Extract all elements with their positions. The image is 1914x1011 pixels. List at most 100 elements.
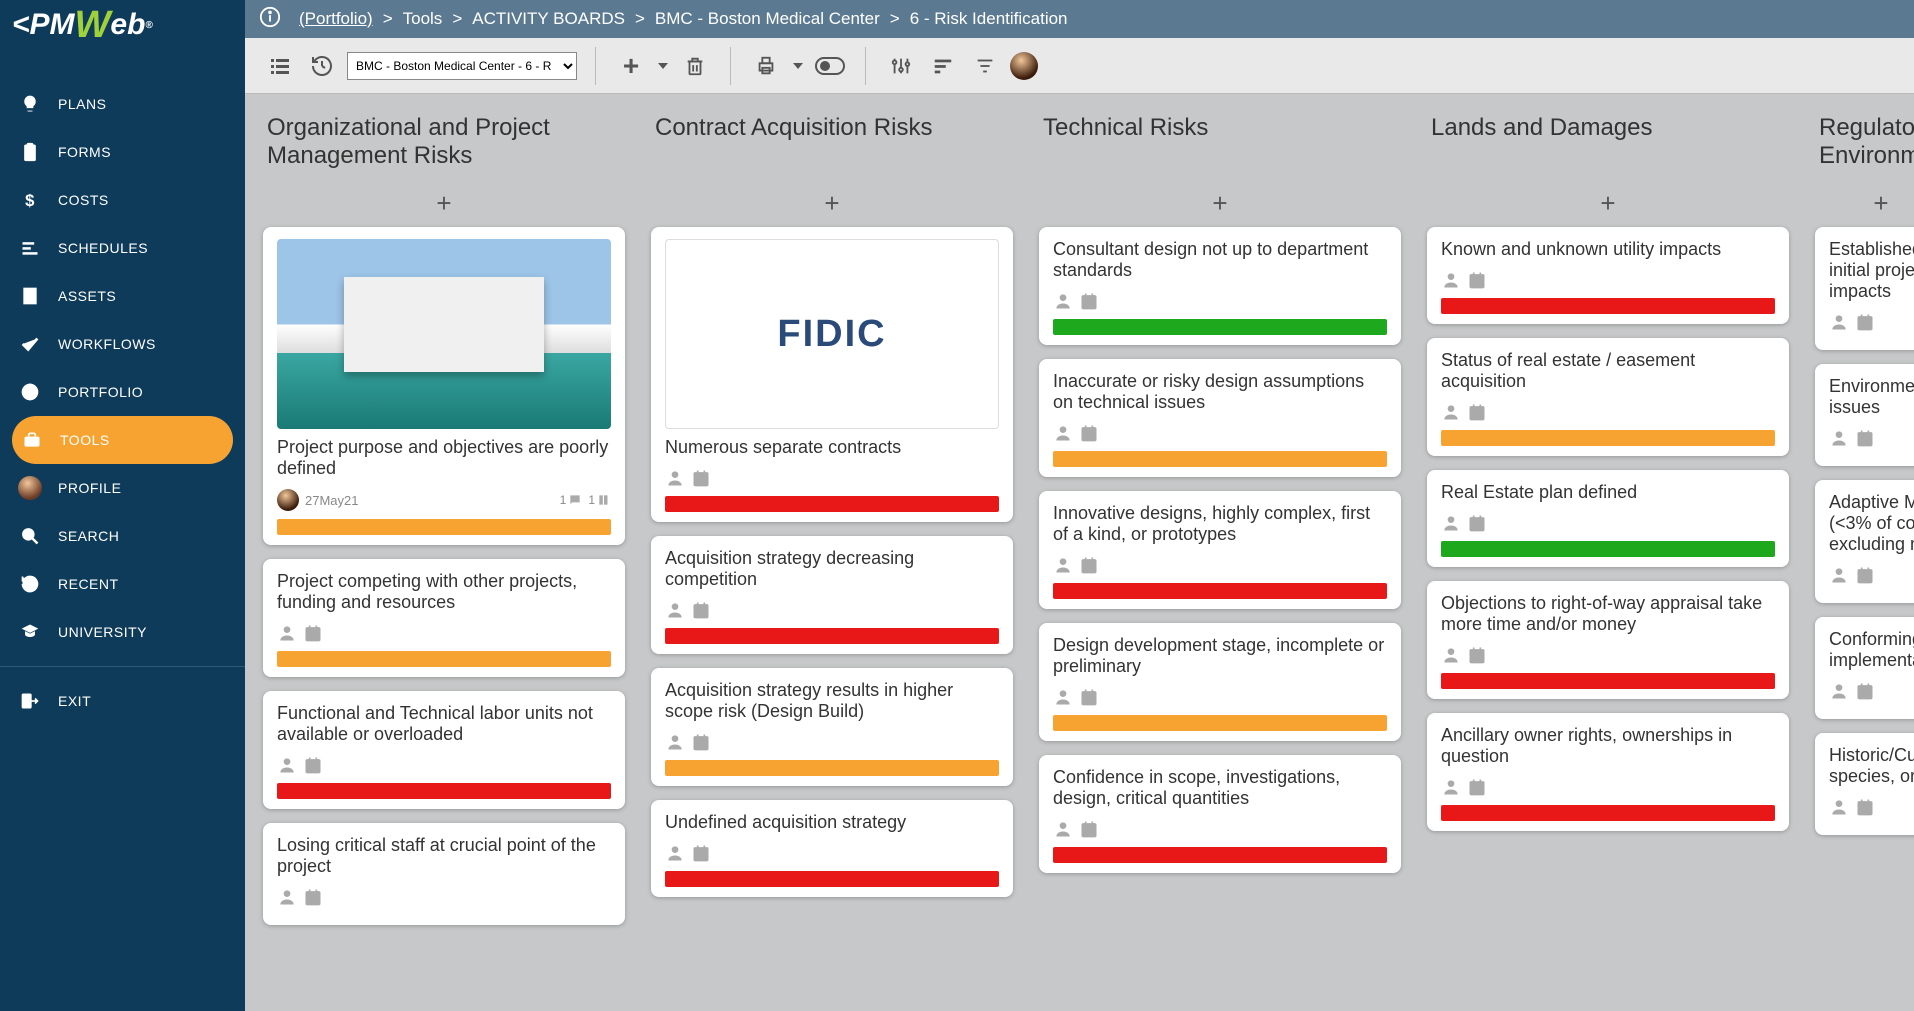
status-bar	[277, 651, 611, 667]
card[interactable]: Acquisition strategy decreasing competit…	[651, 536, 1013, 654]
user-avatar-button[interactable]	[1010, 52, 1038, 80]
sort-desc-button[interactable]	[926, 49, 960, 83]
breadcrumb-segment[interactable]: BMC - Boston Medical Center	[655, 9, 880, 28]
nav-item-assets[interactable]: ASSETS	[0, 272, 245, 320]
column-add-button[interactable]: +	[1427, 186, 1789, 227]
card-meta-icons	[1441, 270, 1775, 290]
nav-item-plans[interactable]: PLANS	[0, 80, 245, 128]
add-dropdown-button[interactable]	[656, 49, 670, 83]
nav-label: EXIT	[58, 693, 91, 709]
nav-item-search[interactable]: SEARCH	[0, 512, 245, 560]
bars-icon	[18, 236, 42, 260]
breadcrumb-segment[interactable]: 6 - Risk Identification	[910, 9, 1068, 28]
card-title: Conforming implementa	[1829, 629, 1914, 671]
card-title: Functional and Technical labor units not…	[277, 703, 611, 745]
print-button[interactable]	[749, 49, 783, 83]
card[interactable]: Environmen issues	[1815, 364, 1914, 466]
card[interactable]: Confidence in scope, investigations, des…	[1039, 755, 1401, 873]
card[interactable]: Objections to right-of-way appraisal tak…	[1427, 581, 1789, 699]
column-add-button[interactable]: +	[1815, 186, 1914, 227]
card-title: Project purpose and objectives are poorl…	[277, 437, 611, 479]
card[interactable]: Ancillary owner rights, ownerships in qu…	[1427, 713, 1789, 831]
breadcrumb-segment[interactable]: ACTIVITY BOARDS	[472, 9, 625, 28]
card[interactable]: Status of real estate / easement acquisi…	[1427, 338, 1789, 456]
delete-button[interactable]	[678, 49, 712, 83]
card[interactable]: Acquisition strategy results in higher s…	[651, 668, 1013, 786]
nav-label: UNIVERSITY	[58, 624, 147, 640]
nav-item-tools[interactable]: TOOLS	[12, 416, 233, 464]
nav-label: SCHEDULES	[58, 240, 148, 256]
card-title: Environmen issues	[1829, 376, 1914, 418]
card[interactable]: Undefined acquisition strategy	[651, 800, 1013, 897]
card-date: 27May21	[305, 493, 358, 508]
column-title: Regulatory Environme	[1815, 106, 1914, 186]
card-title: Inaccurate or risky design assumptions o…	[1053, 371, 1387, 413]
settings-button[interactable]	[884, 49, 918, 83]
breadcrumb-segment[interactable]: Tools	[403, 9, 443, 28]
nav-item-portfolio[interactable]: PORTFOLIO	[0, 368, 245, 416]
card[interactable]: Losing critical staff at crucial point o…	[263, 823, 625, 925]
card[interactable]: Established initial projec impacts	[1815, 227, 1914, 350]
print-dropdown-button[interactable]	[791, 49, 805, 83]
card[interactable]: Known and unknown utility impacts	[1427, 227, 1789, 324]
nav-item-university[interactable]: UNIVERSITY	[0, 608, 245, 656]
nav-item-recent[interactable]: RECENT	[0, 560, 245, 608]
breadcrumb-root[interactable]: (Portfolio)	[299, 9, 373, 29]
history-button[interactable]	[305, 49, 339, 83]
card-meta-icons	[1441, 777, 1775, 797]
card-meta-icons	[1829, 428, 1914, 448]
status-bar	[277, 519, 611, 535]
column-add-button[interactable]: +	[263, 186, 625, 227]
status-bar	[665, 628, 999, 644]
card[interactable]: FIDICNumerous separate contracts	[651, 227, 1013, 522]
add-button[interactable]: +	[614, 49, 648, 83]
card-title: Adaptive Ma (<3% of con excluding m	[1829, 492, 1914, 555]
card-title: Design development stage, incomplete or …	[1053, 635, 1387, 677]
column-title: Technical Risks	[1039, 106, 1401, 186]
status-bar	[1441, 541, 1775, 557]
column-add-button[interactable]: +	[1039, 186, 1401, 227]
card-list: Consultant design not up to department s…	[1039, 227, 1401, 873]
card[interactable]: Project competing with other projects, f…	[263, 559, 625, 677]
card-title: Known and unknown utility impacts	[1441, 239, 1775, 260]
filter-button[interactable]	[968, 49, 1002, 83]
card-title: Losing critical staff at crucial point o…	[277, 835, 611, 877]
nav-item-exit[interactable]: EXIT	[0, 666, 245, 725]
status-bar	[1053, 583, 1387, 599]
board-column: Organizational and Project Management Ri…	[259, 102, 629, 1003]
toggle-button[interactable]	[813, 49, 847, 83]
board-scroll[interactable]: Organizational and Project Management Ri…	[245, 94, 1914, 1011]
app-logo: <PMWeb®	[0, 0, 245, 50]
card-meta-icons	[1829, 312, 1914, 332]
card[interactable]: Inaccurate or risky design assumptions o…	[1039, 359, 1401, 477]
card-meta-icons	[1441, 513, 1775, 533]
card[interactable]: Real Estate plan defined	[1427, 470, 1789, 567]
card[interactable]: Adaptive Ma (<3% of con excluding m	[1815, 480, 1914, 603]
dollar-icon: $	[18, 188, 42, 212]
board-selector[interactable]: BMC - Boston Medical Center - 6 - R	[347, 52, 577, 80]
nav-item-schedules[interactable]: SCHEDULES	[0, 224, 245, 272]
card[interactable]: Innovative designs, highly complex, firs…	[1039, 491, 1401, 609]
toolbar: BMC - Boston Medical Center - 6 - R +	[245, 38, 1914, 94]
card[interactable]: Project purpose and objectives are poorl…	[263, 227, 625, 545]
card-title: Project competing with other projects, f…	[277, 571, 611, 613]
card[interactable]: Conforming implementa	[1815, 617, 1914, 719]
card[interactable]: Functional and Technical labor units not…	[263, 691, 625, 809]
card-title: Innovative designs, highly complex, firs…	[1053, 503, 1387, 545]
card[interactable]: Consultant design not up to department s…	[1039, 227, 1401, 345]
nav-item-workflows[interactable]: WORKFLOWS	[0, 320, 245, 368]
nav-item-profile[interactable]: PROFILE	[0, 464, 245, 512]
exit-icon	[18, 689, 42, 713]
card[interactable]: Historic/Cul species, or v	[1815, 733, 1914, 835]
status-bar	[1053, 451, 1387, 467]
nav-item-forms[interactable]: FORMS	[0, 128, 245, 176]
list-view-button[interactable]	[263, 49, 297, 83]
card-meta-icons	[665, 468, 999, 488]
nav-item-costs[interactable]: $COSTS	[0, 176, 245, 224]
board: Organizational and Project Management Ri…	[259, 102, 1900, 1003]
info-icon[interactable]	[259, 6, 281, 33]
card-title: Objections to right-of-way appraisal tak…	[1441, 593, 1775, 635]
card-meta-icons	[665, 843, 999, 863]
column-add-button[interactable]: +	[651, 186, 1013, 227]
card[interactable]: Design development stage, incomplete or …	[1039, 623, 1401, 741]
